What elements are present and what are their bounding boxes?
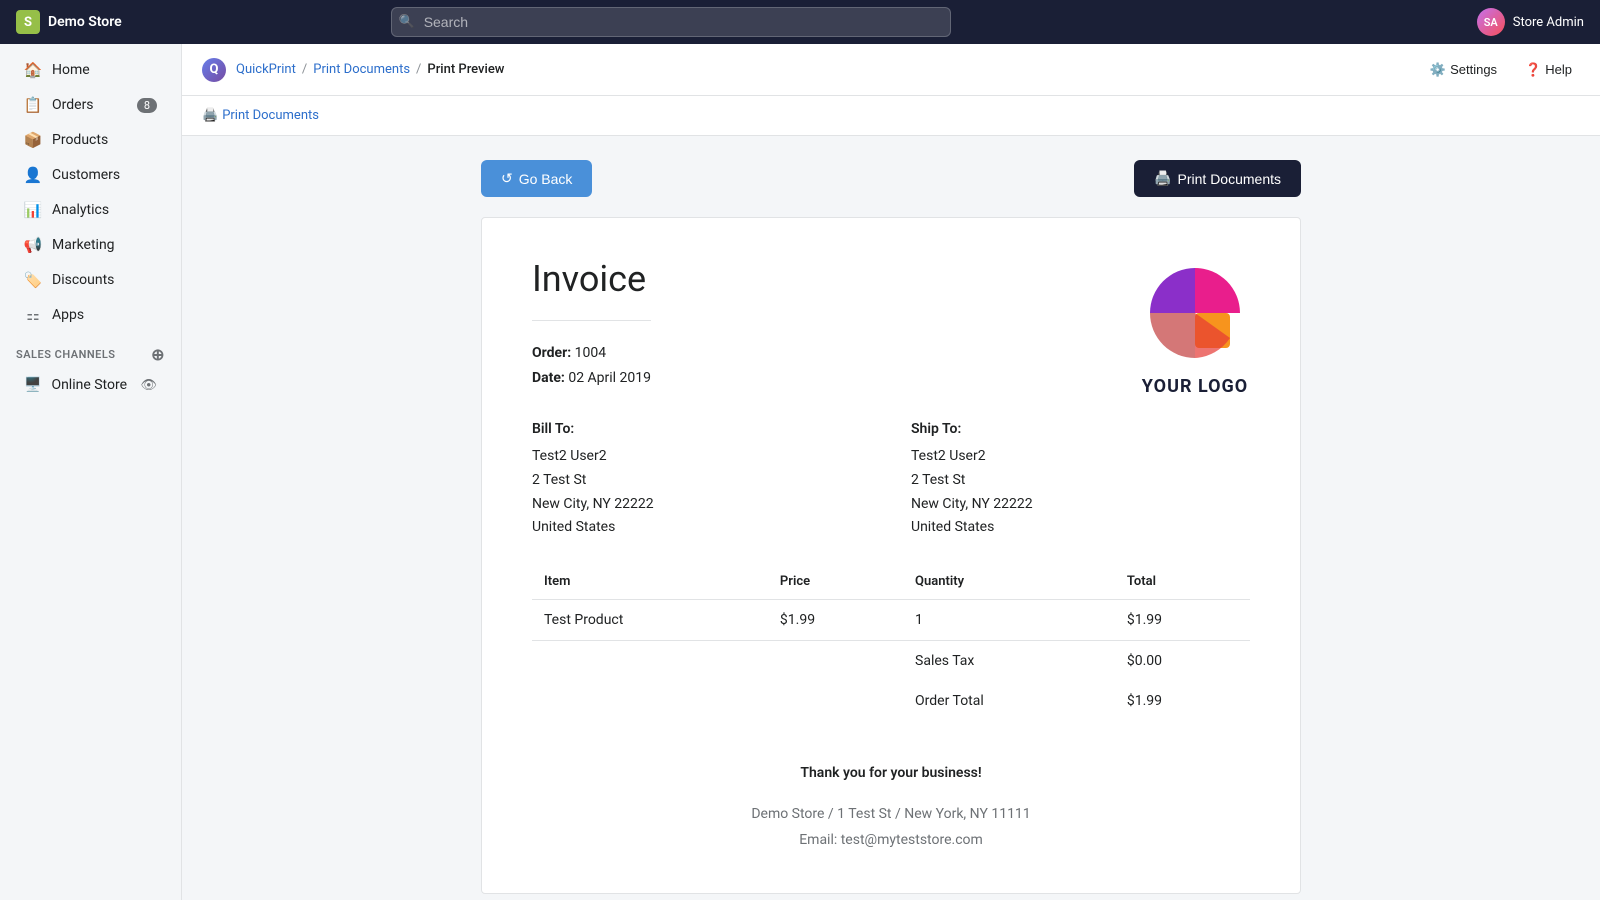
print-documents-button[interactable]: 🖨️ Print Documents (1134, 160, 1301, 197)
sidebar-item-customers[interactable]: 👤 Customers (8, 158, 173, 192)
top-navigation: S Demo Store 🔍 SA Store Admin (0, 0, 1600, 44)
col-header-total: Total (1115, 564, 1250, 600)
help-button[interactable]: ❓ Help (1517, 58, 1580, 82)
secondary-nav-right: ⚙️ Settings ❓ Help (1422, 58, 1580, 82)
sidebar-item-discounts[interactable]: 🏷️ Discounts (8, 263, 173, 297)
go-back-button[interactable]: ↺ Go Back (481, 160, 592, 197)
order-total-value: $1.99 (1115, 681, 1250, 721)
admin-name: Store Admin (1513, 15, 1584, 30)
order-number: Order: 1004 (532, 341, 651, 366)
logo-placeholder: YOUR LOGO (1140, 258, 1250, 397)
avatar: SA (1477, 8, 1505, 36)
shopify-icon: S (16, 10, 40, 34)
sidebar: 🏠 Home 📋 Orders 8 📦 Products 👤 Customers… (0, 44, 182, 900)
row-quantity: 1 (903, 600, 1115, 641)
sidebar-label-marketing: Marketing (52, 237, 115, 253)
ship-to-block: Ship To: Test2 User2 2 Test St New City,… (911, 421, 1250, 540)
thank-you-text: Thank you for your business! (532, 761, 1250, 786)
breadcrumb-print-documents[interactable]: Print Documents (313, 62, 410, 77)
orders-badge: 8 (137, 98, 157, 113)
main-content: Q QuickPrint / Print Documents / Print P… (182, 44, 1600, 900)
invoice-meta: Order: 1004 Date: 02 April 2019 (532, 341, 651, 391)
breadcrumb-current: Print Preview (427, 62, 504, 77)
bill-to-label: Bill To: (532, 421, 871, 437)
search-bar: 🔍 (391, 7, 951, 37)
address-section: Bill To: Test2 User2 2 Test St New City,… (532, 421, 1250, 540)
row-price: $1.99 (768, 600, 903, 641)
invoice-title: Invoice (532, 258, 651, 300)
online-store-icon: 🖥️ (24, 377, 41, 393)
sidebar-item-orders[interactable]: 📋 Orders 8 (8, 88, 173, 122)
printer-icon: 🖨️ (1154, 170, 1171, 187)
sidebar-label-online-store: Online Store (51, 377, 127, 393)
sidebar-item-apps[interactable]: ⚏ Apps (8, 298, 173, 332)
invoice-footer: Thank you for your business! Demo Store … (532, 761, 1250, 853)
logo-graphic (1140, 258, 1250, 368)
row-item: Test Product (532, 600, 768, 641)
sidebar-item-marketing[interactable]: 📢 Marketing (8, 228, 173, 262)
search-icon: 🔍 (399, 15, 415, 30)
orders-icon: 📋 (24, 96, 42, 114)
sidebar-label-customers: Customers (52, 167, 120, 183)
eye-icon[interactable]: 👁 (140, 378, 157, 393)
order-total-row: Order Total $1.99 (532, 681, 1250, 721)
home-icon: 🏠 (24, 61, 42, 79)
add-sales-channel-icon[interactable]: ⊕ (151, 345, 165, 364)
sidebar-label-apps: Apps (52, 307, 84, 323)
col-header-quantity: Quantity (903, 564, 1115, 600)
sales-channels-section: SALES CHANNELS ⊕ (0, 333, 181, 368)
bill-to-block: Bill To: Test2 User2 2 Test St New City,… (532, 421, 871, 540)
sidebar-label-home: Home (52, 62, 90, 78)
go-back-icon: ↺ (501, 170, 513, 187)
analytics-icon: 📊 (24, 201, 42, 219)
sidebar-item-online-store[interactable]: 🖥️ Online Store 👁 (8, 369, 173, 401)
customers-icon: 👤 (24, 166, 42, 184)
brand: S Demo Store (16, 10, 122, 34)
search-input[interactable] (391, 7, 951, 37)
sidebar-item-analytics[interactable]: 📊 Analytics (8, 193, 173, 227)
invoice-date: Date: 02 April 2019 (532, 366, 651, 391)
sales-tax-label: Sales Tax (903, 641, 1115, 682)
apps-icon: ⚏ (24, 306, 42, 324)
invoice-left: Invoice Order: 1004 Date: 02 April 2019 (532, 258, 651, 391)
sales-tax-value: $0.00 (1115, 641, 1250, 682)
breadcrumb: Q QuickPrint / Print Documents / Print P… (202, 58, 504, 82)
discounts-icon: 🏷️ (24, 271, 42, 289)
marketing-icon: 📢 (24, 236, 42, 254)
invoice-header: Invoice Order: 1004 Date: 02 April 2019 (532, 258, 1250, 397)
printer-icon-toolbar: 🖨️ (202, 108, 218, 123)
sidebar-label-orders: Orders (52, 97, 94, 113)
col-header-price: Price (768, 564, 903, 600)
settings-button[interactable]: ⚙️ Settings (1422, 58, 1505, 82)
bill-to-address: Test2 User2 2 Test St New City, NY 22222… (532, 445, 871, 540)
store-name: Demo Store (48, 14, 122, 30)
secondary-nav: Q QuickPrint / Print Documents / Print P… (182, 44, 1600, 96)
top-nav-right: SA Store Admin (1477, 8, 1584, 36)
sidebar-item-products[interactable]: 📦 Products (8, 123, 173, 157)
table-row: Test Product $1.99 1 $1.99 (532, 600, 1250, 641)
order-total-label: Order Total (903, 681, 1115, 721)
store-info: Demo Store / 1 Test St / New York, NY 11… (532, 802, 1250, 852)
col-header-item: Item (532, 564, 768, 600)
sales-tax-row: Sales Tax $0.00 (532, 641, 1250, 682)
breadcrumb-quickprint[interactable]: QuickPrint (236, 62, 296, 77)
sidebar-label-products: Products (52, 132, 108, 148)
sidebar-label-analytics: Analytics (52, 202, 109, 218)
products-icon: 📦 (24, 131, 42, 149)
ship-to-address: Test2 User2 2 Test St New City, NY 22222… (911, 445, 1250, 540)
ship-to-label: Ship To: (911, 421, 1250, 437)
quickprint-icon: Q (202, 58, 226, 82)
logo-text: YOUR LOGO (1142, 376, 1248, 397)
help-icon: ❓ (1525, 62, 1541, 78)
invoice-table: Item Price Quantity Total Test Product $… (532, 564, 1250, 721)
toolbar-print-documents-link[interactable]: 🖨️ Print Documents (202, 108, 319, 123)
invoice-container: Invoice Order: 1004 Date: 02 April 2019 (481, 217, 1301, 894)
settings-icon: ⚙️ (1430, 62, 1446, 78)
sidebar-item-home[interactable]: 🏠 Home (8, 53, 173, 87)
row-total: $1.99 (1115, 600, 1250, 641)
sidebar-label-discounts: Discounts (52, 272, 114, 288)
action-bar: ↺ Go Back 🖨️ Print Documents (481, 160, 1301, 197)
page-area: ↺ Go Back 🖨️ Print Documents Invoice (182, 136, 1600, 900)
toolbar: 🖨️ Print Documents (182, 96, 1600, 136)
